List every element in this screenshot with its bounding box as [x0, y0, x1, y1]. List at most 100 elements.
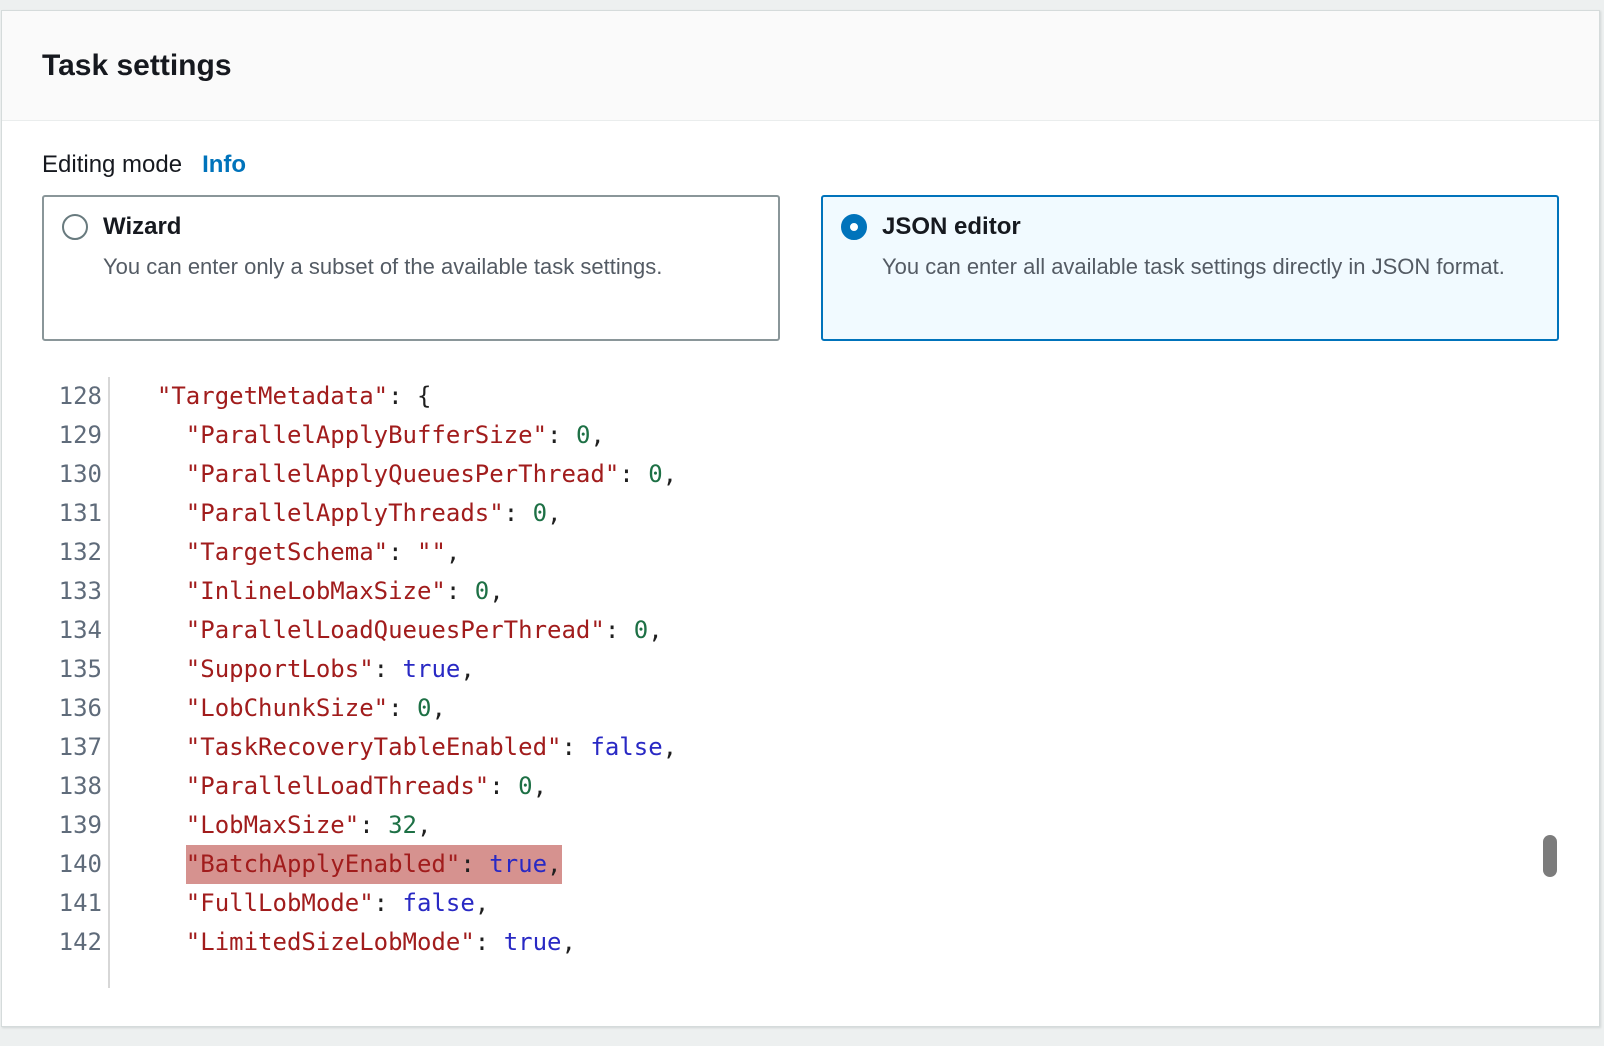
code-line: 138 "ParallelLoadThreads": 0, — [42, 767, 1559, 806]
panel-body: Editing modeInfo Wizard You can enter on… — [2, 121, 1599, 988]
code-token: : — [388, 538, 417, 566]
code-token: true — [504, 928, 562, 956]
code-token: 0 — [648, 460, 662, 488]
code-line: 140 "BatchApplyEnabled": true, — [42, 845, 1559, 884]
task-settings-panel: Task settings Editing modeInfo Wizard Yo… — [1, 10, 1600, 1027]
code-text[interactable]: "InlineLobMaxSize": 0, — [110, 572, 504, 611]
line-number: 134 — [42, 611, 110, 650]
code-token: true — [403, 655, 461, 683]
json-editor-option-tile[interactable]: JSON editor You can enter all available … — [821, 195, 1559, 341]
code-token: "ParallelLoadQueuesPerThread" — [186, 616, 605, 644]
line-number: 128 — [42, 377, 110, 416]
code-line: 132 "TargetSchema": "", — [42, 533, 1559, 572]
line-number: 133 — [42, 572, 110, 611]
code-token: , — [547, 499, 561, 527]
code-token: : — [374, 889, 403, 917]
code-text[interactable]: "LimitedSizeLobMode": true, — [110, 923, 576, 962]
code-line: 137 "TaskRecoveryTableEnabled": false, — [42, 728, 1559, 767]
code-token: "TaskRecoveryTableEnabled" — [186, 733, 562, 761]
code-line: 135 "SupportLobs": true, — [42, 650, 1559, 689]
code-token: , — [663, 733, 677, 761]
code-token: "" — [417, 538, 446, 566]
code-text[interactable]: "SupportLobs": true, — [110, 650, 475, 689]
code-token: "TargetSchema" — [186, 538, 388, 566]
code-token: : — [489, 772, 518, 800]
code-token: 0 — [518, 772, 532, 800]
code-token: , — [663, 460, 677, 488]
code-text[interactable]: "ParallelApplyQueuesPerThread": 0, — [110, 455, 677, 494]
code-token: "ParallelApplyThreads" — [186, 499, 504, 527]
line-number: 135 — [42, 650, 110, 689]
highlighted-code: "BatchApplyEnabled": true, — [186, 845, 562, 884]
code-text[interactable]: "ParallelLoadThreads": 0, — [110, 767, 547, 806]
code-token: : — [605, 616, 634, 644]
code-line: 129 "ParallelApplyBufferSize": 0, — [42, 416, 1559, 455]
code-token: 0 — [417, 694, 431, 722]
code-token: , — [460, 655, 474, 683]
code-token: : — [619, 460, 648, 488]
code-token: 0 — [475, 577, 489, 605]
code-text[interactable]: "LobMaxSize": 32, — [110, 806, 431, 845]
info-link[interactable]: Info — [202, 151, 246, 178]
code-token: "SupportLobs" — [186, 655, 374, 683]
code-token: true — [489, 850, 547, 878]
line-number: 137 — [42, 728, 110, 767]
code-token: "BatchApplyEnabled" — [186, 850, 461, 878]
code-line: 142 "LimitedSizeLobMode": true, — [42, 923, 1559, 962]
line-number: 131 — [42, 494, 110, 533]
wizard-radio-button[interactable] — [62, 214, 88, 240]
code-line: 139 "LobMaxSize": 32, — [42, 806, 1559, 845]
json-editor-radio-button[interactable] — [841, 214, 867, 240]
code-token: false — [590, 733, 662, 761]
json-editor-option-label: JSON editor — [882, 213, 1021, 241]
code-text[interactable]: "ParallelLoadQueuesPerThread": 0, — [110, 611, 663, 650]
code-token: : — [374, 655, 403, 683]
editing-mode-field-label: Editing modeInfo — [42, 151, 1559, 179]
code-token: : — [446, 577, 475, 605]
line-number: 130 — [42, 455, 110, 494]
editor-scrollbar-thumb[interactable] — [1543, 835, 1557, 877]
code-text[interactable]: "BatchApplyEnabled": true, — [110, 845, 562, 884]
code-token: , — [475, 889, 489, 917]
code-line: 133 "InlineLobMaxSize": 0, — [42, 572, 1559, 611]
code-line: 136 "LobChunkSize": 0, — [42, 689, 1559, 728]
code-token: 32 — [388, 811, 417, 839]
code-token: , — [417, 811, 431, 839]
line-number: 136 — [42, 689, 110, 728]
code-token: : — [388, 694, 417, 722]
gutter-tail-line — [42, 962, 110, 988]
code-token: "InlineLobMaxSize" — [186, 577, 446, 605]
code-token: : — [561, 733, 590, 761]
wizard-option-label: Wizard — [103, 213, 181, 241]
editing-mode-radio-group: Wizard You can enter only a subset of th… — [42, 195, 1559, 341]
code-token: , — [547, 850, 561, 878]
json-code-editor[interactable]: 128 "TargetMetadata": {129 "ParallelAppl… — [42, 377, 1559, 988]
json-editor-option-head: JSON editor — [841, 213, 1539, 241]
code-token: , — [590, 421, 604, 449]
code-token: : — [359, 811, 388, 839]
code-line: 134 "ParallelLoadQueuesPerThread": 0, — [42, 611, 1559, 650]
code-token: : — [475, 928, 504, 956]
code-line: 131 "ParallelApplyThreads": 0, — [42, 494, 1559, 533]
code-text[interactable]: "ParallelApplyBufferSize": 0, — [110, 416, 605, 455]
code-text[interactable]: "TargetSchema": "", — [110, 533, 460, 572]
code-token: : — [460, 850, 489, 878]
code-text[interactable]: "LobChunkSize": 0, — [110, 689, 446, 728]
gutter-tail — [42, 962, 1559, 988]
code-token: 0 — [576, 421, 590, 449]
line-number: 132 — [42, 533, 110, 572]
line-number: 138 — [42, 767, 110, 806]
code-text[interactable]: "TaskRecoveryTableEnabled": false, — [110, 728, 677, 767]
code-token: "ParallelLoadThreads" — [186, 772, 489, 800]
code-text[interactable]: "FullLobMode": false, — [110, 884, 489, 923]
code-line: 130 "ParallelApplyQueuesPerThread": 0, — [42, 455, 1559, 494]
code-token: "LimitedSizeLobMode" — [186, 928, 475, 956]
wizard-option-tile[interactable]: Wizard You can enter only a subset of th… — [42, 195, 780, 341]
line-number: 141 — [42, 884, 110, 923]
code-text[interactable]: "ParallelApplyThreads": 0, — [110, 494, 562, 533]
code-text[interactable]: "TargetMetadata": { — [110, 377, 431, 416]
code-token: "ParallelApplyQueuesPerThread" — [186, 460, 619, 488]
code-line: 128 "TargetMetadata": { — [42, 377, 1559, 416]
line-number: 139 — [42, 806, 110, 845]
code-token: , — [431, 694, 445, 722]
